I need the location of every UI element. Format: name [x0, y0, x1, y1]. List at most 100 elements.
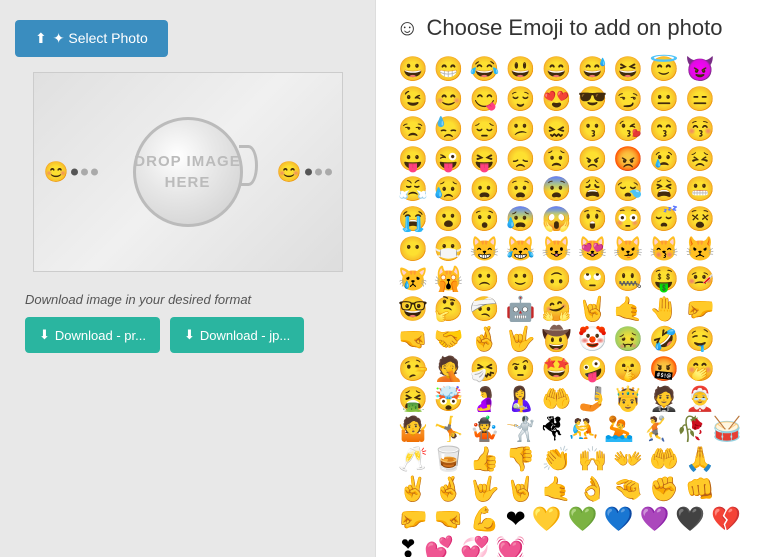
emoji-item[interactable]: 😕	[504, 116, 538, 144]
emoji-item[interactable]: 🤨	[504, 356, 538, 384]
emoji-item[interactable]: 🤘	[575, 296, 609, 324]
emoji-item[interactable]: 😛	[396, 146, 430, 174]
emoji-item[interactable]: 💜	[637, 506, 671, 534]
emoji-item[interactable]: 😾	[683, 236, 717, 264]
emoji-item[interactable]: 🤖	[504, 296, 538, 324]
emoji-item[interactable]: 😬	[683, 176, 717, 204]
emoji-item[interactable]: 👏	[540, 446, 574, 474]
emoji-item[interactable]: 💚	[566, 506, 600, 534]
emoji-item[interactable]: 🥁	[710, 416, 744, 444]
emoji-item[interactable]: 🤝	[432, 326, 466, 354]
emoji-item[interactable]: 😝	[468, 146, 502, 174]
emoji-item[interactable]: 🙀	[432, 266, 466, 294]
emoji-item[interactable]: 😨	[540, 176, 574, 204]
emoji-item[interactable]: 🤜	[396, 326, 430, 354]
emoji-item[interactable]: 😽	[647, 236, 681, 264]
emoji-item[interactable]: 🤓	[396, 296, 430, 324]
emoji-item[interactable]: 💙	[602, 506, 636, 534]
emoji-item[interactable]: 🤴	[611, 386, 645, 414]
emoji-item[interactable]: 🤐	[611, 266, 645, 294]
emoji-item[interactable]: 🤮	[396, 386, 430, 414]
emoji-item[interactable]: 🤼	[567, 416, 601, 444]
download-png-button[interactable]: ⬇ Download - pr...	[25, 317, 160, 353]
emoji-item[interactable]: 😺	[540, 236, 574, 264]
emoji-item[interactable]: 🤥	[396, 356, 430, 384]
emoji-item[interactable]: 😩	[575, 176, 609, 204]
emoji-item[interactable]: 😓	[432, 116, 466, 144]
emoji-item[interactable]: 🤕	[468, 296, 502, 324]
emoji-item[interactable]: 🤑	[647, 266, 681, 294]
emoji-item[interactable]: 🤵	[647, 386, 681, 414]
emoji-item[interactable]: 😎	[575, 86, 609, 114]
emoji-item[interactable]: 🤠	[540, 326, 574, 354]
emoji-item[interactable]: ❣	[396, 536, 420, 557]
emoji-item[interactable]: 🤞	[432, 476, 466, 504]
emoji-item[interactable]: 😱	[540, 206, 574, 234]
emoji-item[interactable]: 🤘	[504, 476, 538, 504]
emoji-item[interactable]: 🤜	[432, 506, 466, 534]
emoji-item[interactable]: 🤛	[683, 296, 717, 324]
emoji-item[interactable]: 🥃	[432, 446, 466, 474]
emoji-item[interactable]: 💞	[458, 536, 492, 557]
emoji-item[interactable]: 😅	[575, 56, 609, 84]
emoji-item[interactable]: 😌	[504, 86, 538, 114]
emoji-item[interactable]: 🤲	[647, 446, 681, 474]
emoji-item[interactable]: 🤙	[540, 476, 574, 504]
emoji-item[interactable]: 😭	[396, 206, 430, 234]
emoji-item[interactable]: 😢	[647, 146, 681, 174]
emoji-item[interactable]: 🤛	[396, 506, 430, 534]
emoji-item[interactable]: 👊	[683, 476, 717, 504]
emoji-item[interactable]: 😫	[647, 176, 681, 204]
emoji-item[interactable]: 🤙	[611, 296, 645, 324]
emoji-item[interactable]: 😔	[468, 116, 502, 144]
emoji-item[interactable]: 🤷	[396, 416, 430, 444]
emoji-item[interactable]: 😦	[468, 176, 502, 204]
emoji-item[interactable]: 😘	[611, 116, 645, 144]
emoji-item[interactable]: 👐	[611, 446, 645, 474]
emoji-item[interactable]: 😯	[468, 206, 502, 234]
emoji-item[interactable]: 🙁	[468, 266, 502, 294]
emoji-item[interactable]: 💛	[530, 506, 564, 534]
emoji-item[interactable]: 😖	[540, 116, 574, 144]
emoji-item[interactable]: 😠	[575, 146, 609, 174]
emoji-item[interactable]: 😃	[504, 56, 538, 84]
emoji-item[interactable]: 🤻	[540, 416, 565, 444]
emoji-item[interactable]: 🙏	[683, 446, 717, 474]
emoji-item[interactable]: 🤗	[540, 296, 574, 324]
emoji-item[interactable]: 😡	[611, 146, 645, 174]
emoji-item[interactable]: 🤳	[575, 386, 609, 414]
emoji-item[interactable]: 🤒	[683, 266, 717, 294]
emoji-item[interactable]: 😿	[396, 266, 430, 294]
emoji-item[interactable]: 😙	[647, 116, 681, 144]
emoji-item[interactable]: 😜	[432, 146, 466, 174]
drop-area[interactable]: DROP IMAGEHERE 😊 😊	[33, 72, 343, 272]
emoji-item[interactable]: 🤚	[647, 296, 681, 324]
emoji-item[interactable]: 😉	[396, 86, 430, 114]
emoji-item[interactable]: 😗	[575, 116, 609, 144]
emoji-item[interactable]: 😹	[504, 236, 538, 264]
emoji-item[interactable]: 😊	[432, 86, 466, 114]
emoji-item[interactable]: 💪	[468, 506, 502, 534]
emoji-item[interactable]: 🤲	[540, 386, 574, 414]
emoji-item[interactable]: 😋	[468, 86, 502, 114]
emoji-item[interactable]: 😲	[575, 206, 609, 234]
emoji-item[interactable]: 😚	[683, 116, 717, 144]
emoji-item[interactable]: 🤟	[504, 326, 538, 354]
emoji-item[interactable]: 😪	[611, 176, 645, 204]
emoji-item[interactable]: 😷	[432, 236, 466, 264]
emoji-item[interactable]: 😧	[504, 176, 538, 204]
emoji-item[interactable]: 🤯	[432, 386, 466, 414]
emoji-item[interactable]: 🤢	[611, 326, 645, 354]
emoji-item[interactable]: 😮	[432, 206, 466, 234]
emoji-item[interactable]: 😴	[647, 206, 681, 234]
emoji-item[interactable]: 🤤	[683, 326, 717, 354]
emoji-item[interactable]: 😣	[683, 146, 717, 174]
emoji-item[interactable]: ❤	[504, 506, 528, 534]
download-jpg-button[interactable]: ⬇ Download - jp...	[170, 317, 304, 353]
emoji-item[interactable]: 😇	[647, 56, 681, 84]
emoji-item[interactable]: 🤡	[575, 326, 609, 354]
emoji-item[interactable]: 😻	[575, 236, 609, 264]
emoji-item[interactable]: 🤭	[683, 356, 717, 384]
emoji-item[interactable]: 🤪	[575, 356, 609, 384]
emoji-item[interactable]: 🙂	[504, 266, 538, 294]
